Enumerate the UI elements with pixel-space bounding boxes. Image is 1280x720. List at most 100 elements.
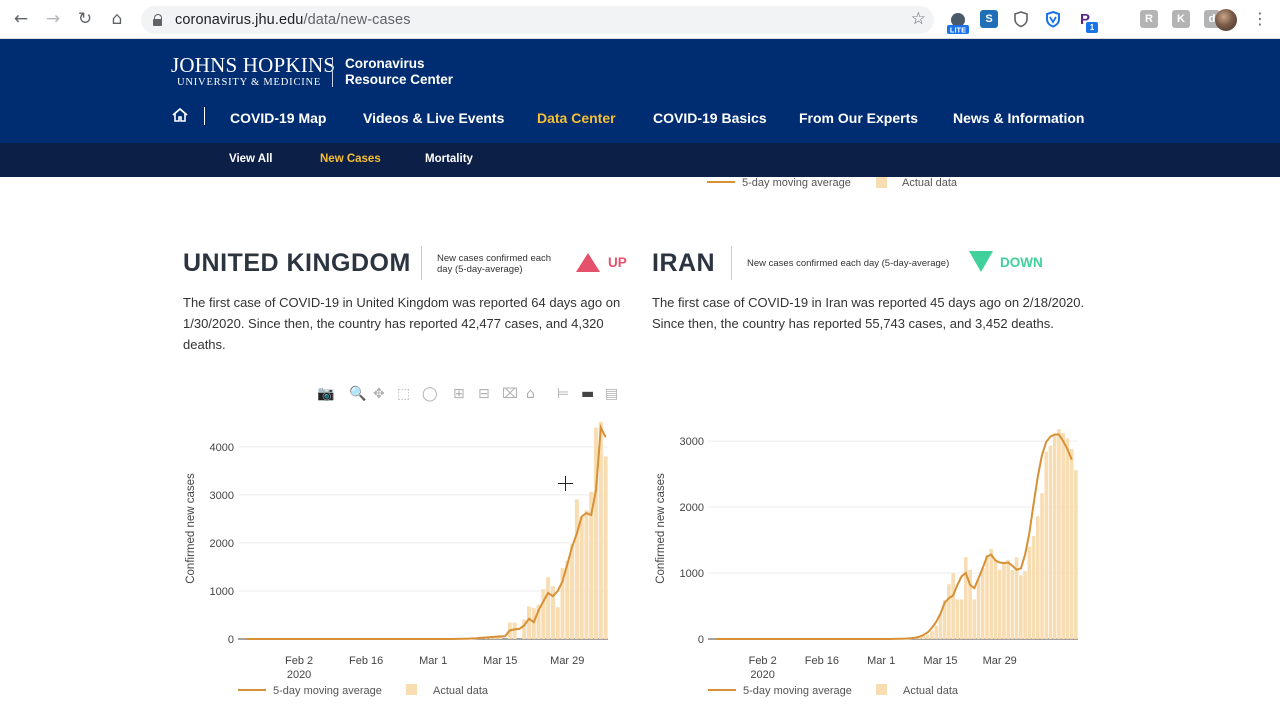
- legend-actual-data: Actual data: [903, 685, 959, 697]
- bar: [1002, 563, 1006, 639]
- bar: [1065, 438, 1070, 639]
- bar: [1069, 449, 1074, 639]
- lasso-select-icon[interactable]: ◯: [422, 386, 438, 402]
- hover-closest-icon[interactable]: ▬: [581, 386, 594, 402]
- bar: [964, 557, 968, 639]
- zoom-icon[interactable]: 🔍: [349, 386, 366, 402]
- chart-uk[interactable]: 0 1000 2000 3000 4000 Confirmed new cases Feb …: [170, 410, 630, 700]
- bar: [1044, 451, 1049, 639]
- y-tick-label: 0: [698, 634, 704, 646]
- extension-s-icon[interactable]: S: [980, 10, 998, 28]
- bar: [584, 510, 589, 639]
- legend-bar-swatch: [406, 684, 417, 695]
- logo-johns-hopkins[interactable]: Johns Hopkins: [171, 53, 335, 78]
- url-text[interactable]: coronavirus.jhu.edu/data/new-cases: [175, 12, 411, 28]
- home-button-icon[interactable]: ⌂: [101, 3, 133, 35]
- y-tick-label: 0: [228, 634, 234, 646]
- y-tick-label: 1000: [210, 586, 234, 598]
- sub-navigation: View All New Cases Mortality: [0, 143, 1280, 177]
- subnav-mortality[interactable]: Mortality: [425, 153, 473, 165]
- title-divider: [421, 246, 422, 280]
- box-select-icon[interactable]: ⬚: [397, 386, 410, 402]
- bar: [526, 606, 531, 639]
- logo-university-medicine[interactable]: University & Medicine: [177, 77, 321, 88]
- y-tick-label: 2000: [680, 502, 704, 514]
- bar: [980, 568, 985, 639]
- hover-compare-icon[interactable]: ▤: [605, 386, 618, 402]
- site-header: Johns Hopkins University & Medicine Coro…: [0, 39, 1280, 143]
- back-arrow-icon[interactable]: ←: [5, 3, 37, 35]
- nav-covid-basics[interactable]: COVID-19 Basics: [653, 110, 767, 126]
- nav-covid-map[interactable]: COVID-19 Map: [230, 110, 326, 126]
- bar: [1061, 433, 1065, 639]
- nav-from-our-experts[interactable]: From Our Experts: [799, 110, 918, 126]
- y-tick-label: 4000: [210, 442, 234, 454]
- bar: [579, 517, 584, 639]
- bar: [603, 456, 608, 639]
- extension-badge: 1: [1086, 22, 1098, 33]
- x-tick-label: Feb 16: [805, 655, 839, 667]
- nav-divider: [204, 107, 205, 125]
- camera-icon[interactable]: 📷: [317, 386, 334, 402]
- x-tick-sublabel: 2020: [287, 669, 311, 681]
- zoom-out-icon[interactable]: ⊟: [478, 386, 490, 402]
- y-tick-label: 1000: [680, 568, 704, 580]
- bar: [1048, 445, 1053, 639]
- nav-data-center[interactable]: Data Center: [537, 110, 616, 126]
- browser-toolbar: ← → ↻ ⌂ coronavirus.jhu.edu/data/new-cas…: [0, 0, 1280, 39]
- logo-resource-center[interactable]: Coronavirus Resource Center: [345, 56, 453, 87]
- legend-moving-average: 5-day moving average: [273, 685, 382, 697]
- bar: [997, 569, 1002, 639]
- legend-moving-average: 5-day moving average: [743, 685, 852, 697]
- logo-divider: [332, 57, 333, 87]
- extension-v-shield-icon[interactable]: [1044, 10, 1062, 28]
- x-tick-label: Mar 15: [483, 655, 517, 667]
- profile-avatar[interactable]: [1215, 9, 1237, 31]
- crosshair-cursor-icon: [558, 476, 573, 491]
- bar: [989, 548, 994, 639]
- zoom-in-icon[interactable]: ⊞: [453, 386, 465, 402]
- extension-shield-icon[interactable]: [1012, 10, 1030, 28]
- extension-k-icon[interactable]: K: [1172, 10, 1190, 28]
- bar: [930, 631, 934, 639]
- chart-modebar: 📷 🔍 ✥ ⬚ ◯ ⊞ ⊟ ⌧ ⌂ ⊨ ▬ ▤: [315, 384, 625, 404]
- bar: [1010, 570, 1015, 639]
- bar: [1057, 429, 1061, 639]
- bar: [1040, 493, 1044, 639]
- trend-label-uk: New cases confirmed each day (5-day-aver…: [437, 253, 552, 275]
- country-title-iran: IRAN: [652, 249, 716, 277]
- pan-icon[interactable]: ✥: [373, 386, 385, 402]
- subnav-new-cases[interactable]: New Cases: [320, 153, 381, 165]
- y-tick-label: 3000: [210, 490, 234, 502]
- bar: [1019, 575, 1023, 639]
- spike-lines-icon[interactable]: ⊨: [557, 386, 569, 402]
- reset-axes-icon[interactable]: ⌂: [526, 386, 535, 402]
- reload-icon[interactable]: ↻: [69, 3, 101, 35]
- address-bar[interactable]: coronavirus.jhu.edu/data/new-cases ☆: [141, 6, 934, 34]
- country-description-iran: The first case of COVID-19 in Iran was r…: [652, 295, 1085, 331]
- home-icon[interactable]: [171, 107, 189, 128]
- x-tick-label: Feb 16: [349, 655, 383, 667]
- nav-news-information[interactable]: News & Information: [953, 110, 1084, 126]
- bar: [541, 589, 546, 639]
- country-title-uk: UNITED KINGDOM: [183, 249, 411, 277]
- nav-videos-live-events[interactable]: Videos & Live Events: [363, 110, 504, 126]
- bookmark-star-icon[interactable]: ☆: [911, 9, 926, 29]
- y-axis-label: Confirmed new cases: [655, 473, 667, 584]
- bar: [1074, 470, 1078, 639]
- legend-actual-data: Actual data: [902, 177, 958, 189]
- bar: [972, 599, 977, 639]
- bar: [993, 559, 998, 639]
- chart-iran[interactable]: 0 1000 2000 3000 Confirmed new cases Feb 2 202…: [640, 410, 1100, 700]
- menu-kebab-icon[interactable]: ⋮: [1252, 9, 1268, 28]
- bar: [1023, 571, 1027, 639]
- bar: [1027, 546, 1032, 639]
- extension-lite-icon[interactable]: LITE: [946, 12, 970, 34]
- title-divider: [731, 246, 732, 280]
- forward-arrow-icon[interactable]: →: [37, 3, 69, 35]
- autoscale-icon[interactable]: ⌧: [502, 386, 518, 402]
- x-tick-label: Mar 1: [867, 655, 895, 667]
- extension-r-icon[interactable]: R: [1140, 10, 1158, 28]
- bar: [955, 599, 960, 639]
- subnav-view-all[interactable]: View All: [229, 153, 272, 165]
